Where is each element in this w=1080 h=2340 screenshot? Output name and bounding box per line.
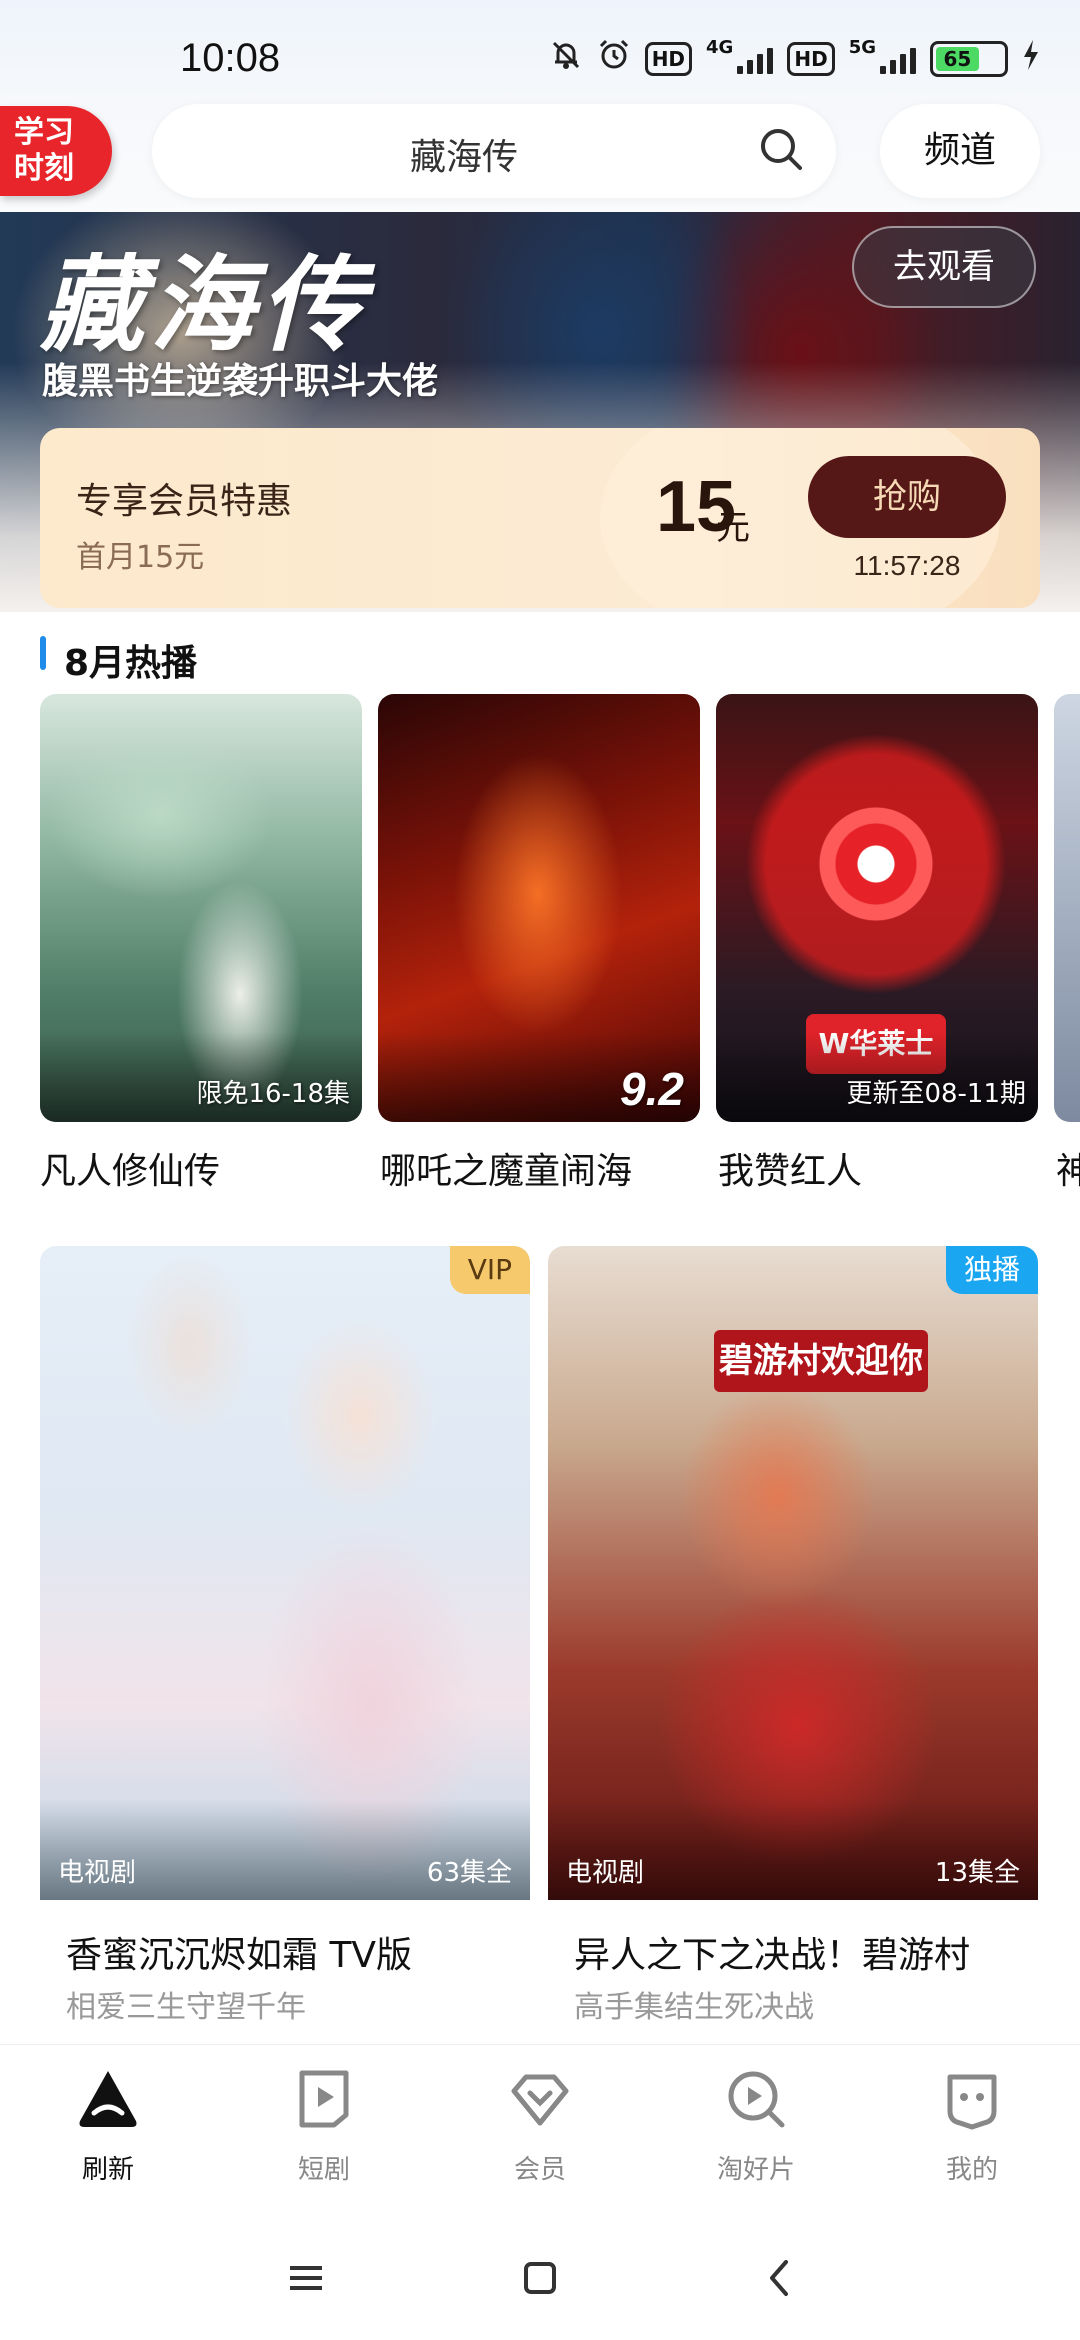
poster-fanren[interactable]: 限免16-18集 bbox=[40, 694, 362, 1122]
search-text: 藏海传 bbox=[410, 137, 519, 178]
menu-icon[interactable] bbox=[282, 2254, 330, 2302]
section-accent-bar bbox=[40, 636, 46, 670]
signal-icon bbox=[737, 44, 774, 74]
status-icons: HD 4G HD 5G 65 bbox=[549, 36, 1040, 80]
bottom-nav: 刷新 短剧 会员 淘好片 我的 bbox=[0, 2044, 1080, 2214]
poster-score: 9.2 bbox=[620, 1063, 684, 1115]
home-icon[interactable] bbox=[516, 2254, 564, 2302]
diamond-icon bbox=[511, 2074, 569, 2126]
nav-item-mine[interactable]: 我的 bbox=[864, 2045, 1080, 2215]
signal-icon-2 bbox=[880, 44, 916, 74]
back-icon[interactable] bbox=[756, 2254, 804, 2302]
nav-label: 刷新 bbox=[81, 2155, 134, 2185]
charging-icon bbox=[1022, 40, 1040, 78]
poster-sign: 碧游村欢迎你 bbox=[714, 1330, 928, 1392]
nav-label: 我的 bbox=[945, 2155, 998, 2185]
card-type-label: 电视剧 bbox=[566, 1858, 645, 1888]
status-time: 10:08 bbox=[180, 36, 281, 80]
poster-wozanhongren[interactable]: W华莱士 更新至08-11期 bbox=[716, 694, 1038, 1122]
promo-price-unit: 元 bbox=[716, 508, 750, 548]
nav-label: 会员 bbox=[513, 2155, 566, 2185]
poster-title-partial[interactable]: 神 bbox=[1056, 1142, 1080, 1194]
card-episodes-label: 13集全 bbox=[934, 1858, 1020, 1888]
hero-subtitle: 腹黑书生逆袭升职斗大佬 bbox=[42, 361, 439, 402]
card-title: 香蜜沉沉烬如霜 TV版 bbox=[66, 1935, 413, 1976]
card-title: 异人之下之决战！碧游村 bbox=[574, 1935, 971, 1976]
study-badge-label: 学习 时刻 bbox=[14, 115, 74, 186]
promo-subtitle: 首月15元 bbox=[76, 540, 205, 575]
poster-tag: 更新至08-11期 bbox=[846, 1079, 1026, 1109]
nav-item-member[interactable]: 会员 bbox=[432, 2045, 648, 2215]
drama-card[interactable]: VIP 电视剧 63集全 香蜜沉沉烬如霜 TV版 相爱三生守望千年 bbox=[40, 1246, 530, 2046]
promo-countdown: 11:57:28 bbox=[853, 550, 961, 581]
hd-icon-2: HD bbox=[787, 42, 835, 76]
hero-title: 藏海传 bbox=[40, 243, 371, 366]
home-triangle-icon bbox=[79, 2071, 137, 2127]
network-5g-label: 5G bbox=[848, 36, 876, 58]
exclusive-badge: 独播 bbox=[945, 1246, 1038, 1294]
alarm-icon bbox=[597, 38, 631, 80]
poster-tag: 限免16-18集 bbox=[196, 1079, 350, 1109]
network-4g-label: 4G bbox=[706, 36, 734, 58]
card-episodes-label: 63集全 bbox=[426, 1858, 512, 1888]
watch-button[interactable]: 去观看 bbox=[852, 226, 1036, 308]
study-moment-badge[interactable]: 学习 时刻 bbox=[0, 106, 112, 196]
status-bar: 10:08 HD 4G HD 5G 65 bbox=[0, 0, 1080, 100]
card-subtitle: 高手集结生死决战 bbox=[574, 1990, 814, 2025]
member-promo-card[interactable]: 专享会员特惠 首月15元 15 元 抢购 11:57:28 bbox=[40, 428, 1040, 608]
nav-label: 淘好片 bbox=[716, 2155, 795, 2185]
battery-icon: 65 bbox=[930, 41, 1008, 77]
vip-badge: VIP bbox=[449, 1246, 530, 1294]
promo-title: 专享会员特惠 bbox=[76, 481, 293, 522]
system-nav-bar bbox=[0, 2214, 1080, 2340]
poster-nezha[interactable]: 9.2 bbox=[378, 694, 700, 1122]
buy-button[interactable]: 抢购 bbox=[808, 456, 1006, 538]
face-icon bbox=[947, 2074, 997, 2130]
poster-title[interactable]: 我赞红人 bbox=[718, 1142, 862, 1194]
channel-button[interactable]: 频道 bbox=[880, 104, 1040, 198]
nav-label: 短剧 bbox=[297, 2155, 350, 2185]
nav-item-refresh[interactable]: 刷新 bbox=[0, 2045, 216, 2215]
poster-partial[interactable] bbox=[1054, 694, 1080, 1122]
hd-icon: HD bbox=[644, 42, 693, 76]
poster-title[interactable]: 凡人修仙传 bbox=[40, 1142, 220, 1194]
section-title: 8月热播 bbox=[64, 643, 198, 684]
card-type-label: 电视剧 bbox=[58, 1858, 137, 1888]
poster-title[interactable]: 哪吒之魔童闹海 bbox=[380, 1142, 632, 1194]
nav-item-discover[interactable]: 淘好片 bbox=[648, 2045, 864, 2215]
search-icon[interactable] bbox=[758, 126, 804, 172]
search-play-icon bbox=[728, 2071, 785, 2128]
mute-bell-icon bbox=[549, 38, 583, 80]
top-bar: 学习 时刻 藏海传 频道 bbox=[0, 100, 1080, 212]
drama-card[interactable]: 碧游村欢迎你 独播 电视剧 13集全 异人之下之决战！碧游村 高手集结生死决战 bbox=[548, 1246, 1038, 2046]
card-subtitle: 相爱三生守望千年 bbox=[66, 1990, 306, 2025]
nav-item-shorts[interactable]: 短剧 bbox=[216, 2045, 432, 2215]
search-box[interactable]: 藏海传 bbox=[152, 104, 836, 198]
battery-level: 65 bbox=[936, 47, 979, 71]
play-card-icon bbox=[299, 2070, 349, 2128]
